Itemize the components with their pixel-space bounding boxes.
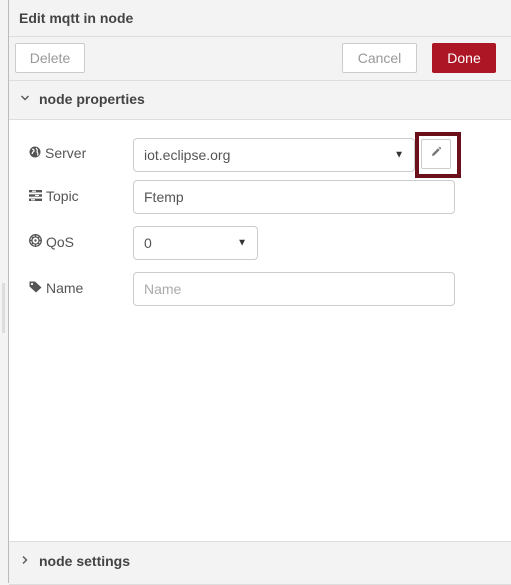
node-settings-label: node settings bbox=[39, 553, 131, 569]
edit-tray: Edit mqtt in node Delete Cancel Done nod… bbox=[8, 0, 511, 585]
qos-label-row: QoS bbox=[29, 234, 74, 250]
name-placeholder: Name bbox=[144, 281, 182, 297]
server-label: Server bbox=[45, 145, 87, 161]
chevron-right-icon bbox=[20, 555, 30, 568]
edit-server-button[interactable] bbox=[421, 139, 451, 169]
cancel-button[interactable]: Cancel bbox=[342, 43, 417, 73]
tasks-icon bbox=[29, 188, 46, 204]
done-button[interactable]: Done bbox=[432, 43, 496, 73]
topic-input[interactable]: Ftemp bbox=[133, 180, 455, 214]
qos-label: QoS bbox=[46, 234, 75, 250]
tray-header: Edit mqtt in node bbox=[9, 0, 511, 37]
globe-icon bbox=[29, 145, 45, 161]
topic-label: Topic bbox=[46, 188, 79, 204]
chevron-down-icon bbox=[20, 93, 30, 106]
topic-value: Ftemp bbox=[144, 189, 184, 205]
name-label-row: Name bbox=[29, 280, 83, 296]
server-select[interactable]: iot.eclipse.org ▼ bbox=[133, 138, 415, 172]
tag-icon bbox=[29, 280, 46, 296]
topic-label-row: Topic bbox=[29, 188, 79, 204]
pencil-icon bbox=[430, 145, 442, 163]
panel-resize-handle[interactable] bbox=[2, 283, 5, 333]
tray-toolbar: Delete Cancel Done bbox=[9, 37, 511, 81]
name-label: Name bbox=[46, 280, 84, 296]
node-settings-header[interactable]: node settings bbox=[9, 541, 511, 585]
node-properties-label: node properties bbox=[39, 91, 145, 107]
node-properties-header[interactable]: node properties bbox=[9, 81, 511, 120]
caret-down-icon: ▼ bbox=[237, 237, 247, 249]
empire-icon bbox=[29, 234, 46, 250]
server-value: iot.eclipse.org bbox=[144, 147, 231, 163]
name-input[interactable]: Name bbox=[133, 272, 455, 306]
qos-select[interactable]: 0 ▼ bbox=[133, 226, 258, 260]
server-label-row: Server bbox=[29, 145, 86, 161]
caret-down-icon: ▼ bbox=[394, 149, 404, 161]
tray-title: Edit mqtt in node bbox=[19, 10, 134, 26]
qos-value: 0 bbox=[144, 235, 152, 251]
delete-button[interactable]: Delete bbox=[15, 43, 85, 73]
